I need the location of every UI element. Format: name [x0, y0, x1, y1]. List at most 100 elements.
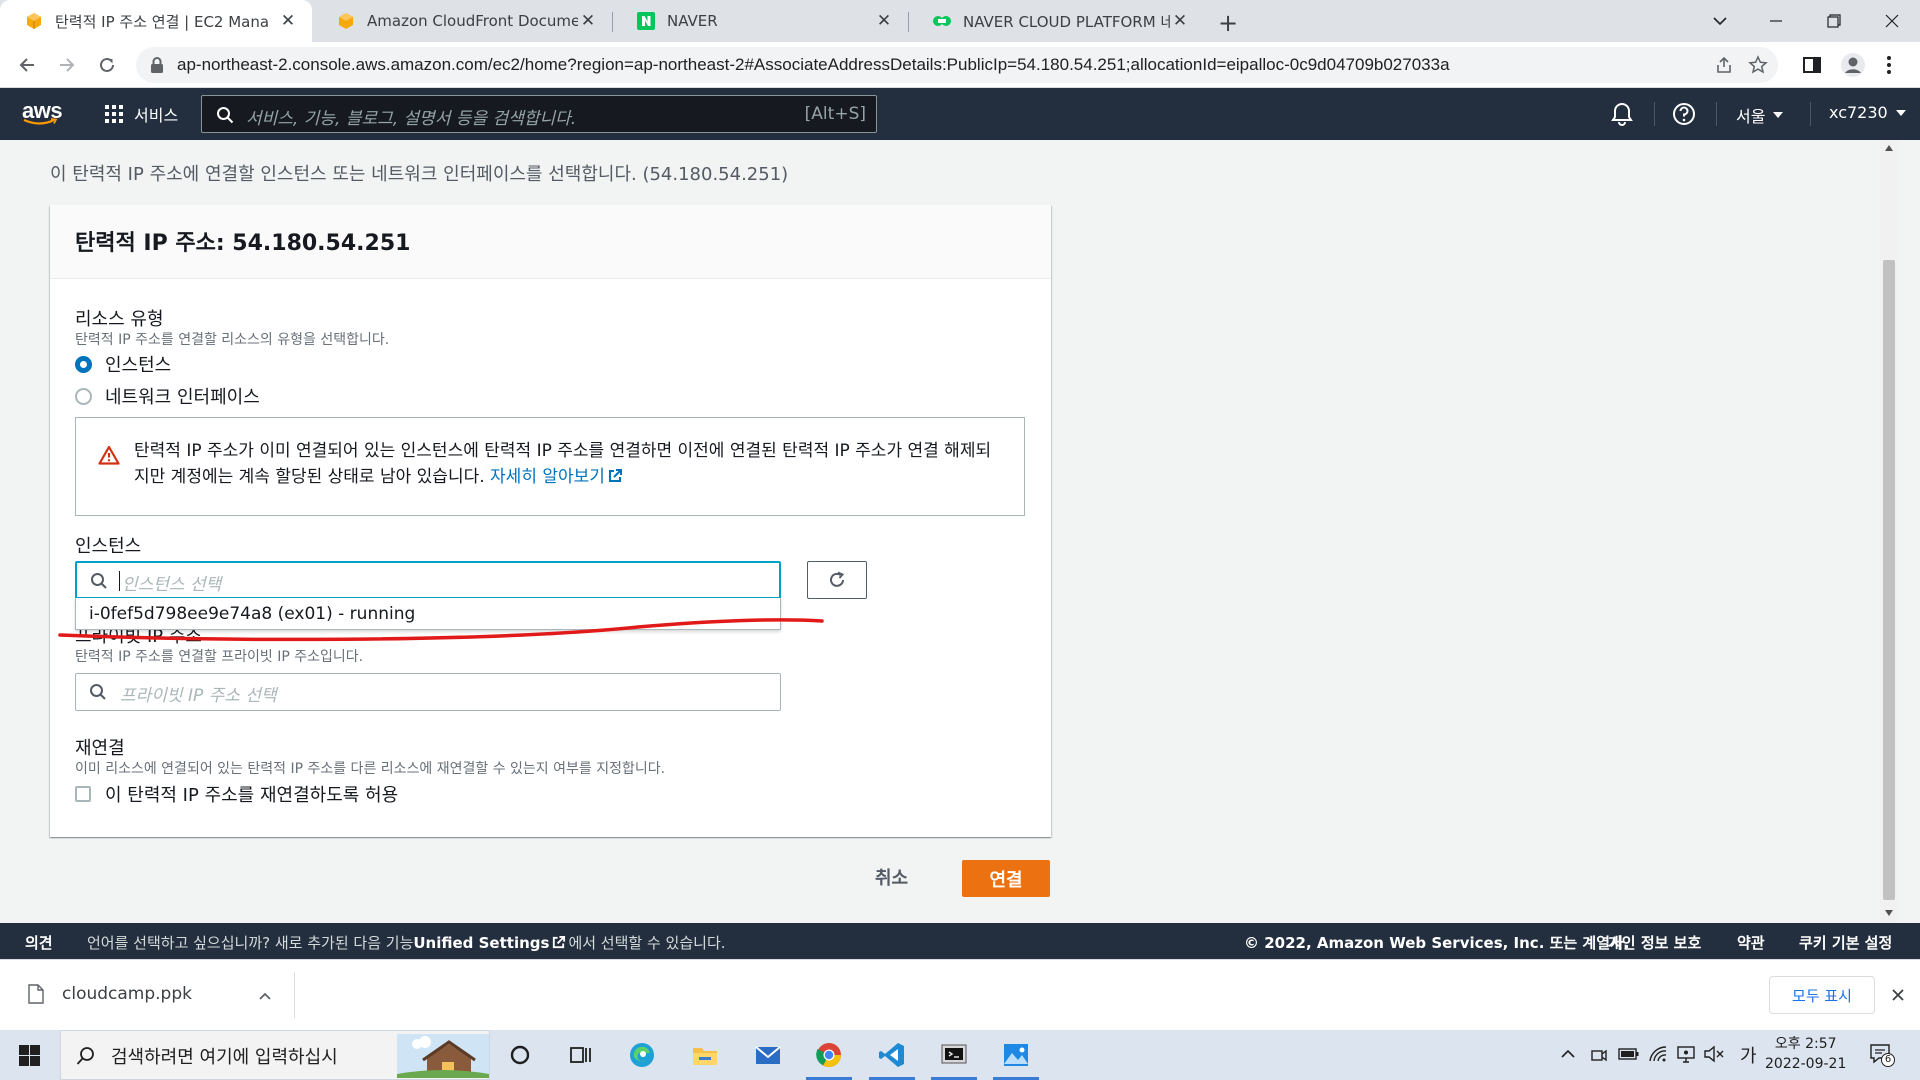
services-menu-button[interactable]: 서비스	[104, 102, 178, 126]
edge-browser-icon[interactable]	[627, 1040, 657, 1070]
meet-now-icon[interactable]	[1590, 1046, 1608, 1064]
side-panel-icon[interactable]	[1802, 55, 1822, 75]
tab-ec2-associate[interactable]: 탄력적 IP 주소 연결 | EC2 Mana ✕	[0, 0, 312, 42]
region-label: 서울	[1736, 107, 1766, 126]
network-status-icon[interactable]	[1676, 1045, 1696, 1063]
close-download-bar-icon[interactable]	[1891, 988, 1905, 1002]
tab-close-icon[interactable]: ✕	[578, 11, 598, 31]
back-icon[interactable]	[12, 50, 42, 80]
notification-bell-icon[interactable]	[1609, 101, 1635, 127]
terms-link[interactable]: 약관	[1737, 932, 1765, 953]
minimize-icon[interactable]	[1748, 0, 1804, 42]
download-item[interactable]: cloudcamp.ppk	[28, 984, 192, 1004]
forward-icon[interactable]	[52, 50, 82, 80]
associate-button[interactable]: 연결	[962, 860, 1050, 897]
private-ip-description: 탄력적 IP 주소를 연결할 프라이빗 IP 주소입니다.	[75, 649, 364, 665]
chrome-menu-icon[interactable]	[1886, 55, 1892, 75]
chrome-icon[interactable]	[814, 1040, 844, 1070]
file-icon	[28, 984, 44, 1004]
cortana-circle-icon[interactable]	[505, 1040, 535, 1070]
tab-close-icon[interactable]: ✕	[1170, 11, 1190, 31]
cookie-preferences-link[interactable]: 쿠키 기본 설정	[1799, 932, 1892, 953]
unified-settings-link[interactable]: Unified Settings	[413, 934, 549, 952]
private-ip-select-input[interactable]: 프라이빗 IP 주소 선택	[75, 673, 781, 711]
task-view-icon[interactable]	[565, 1040, 595, 1070]
taskbar-search-box[interactable]: 검색하려면 여기에 입력하십시	[60, 1030, 490, 1080]
header-divider	[1654, 102, 1655, 126]
photos-icon[interactable]	[1001, 1040, 1031, 1070]
aws-logo[interactable]: aws	[22, 98, 63, 126]
scrollbar-thumb[interactable]	[1883, 260, 1895, 900]
page-description: 이 탄력적 IP 주소에 연결할 인스턴스 또는 네트워크 인터페이스를 선택합…	[50, 164, 789, 185]
windows-start-icon[interactable]	[19, 1045, 40, 1066]
refresh-icon	[830, 571, 845, 587]
file-explorer-icon[interactable]	[690, 1040, 720, 1070]
lock-icon[interactable]	[150, 57, 164, 73]
bookmark-star-icon[interactable]	[1748, 55, 1768, 75]
aws-cube-icon	[339, 13, 353, 29]
aws-footer: 의견 언어를 선택하고 싶으십니까? 새로 추가된 다음 기능 Unified …	[0, 923, 1920, 959]
share-icon[interactable]	[1714, 55, 1734, 75]
tab-close-icon[interactable]: ✕	[874, 11, 894, 31]
scroll-up-icon[interactable]	[1885, 145, 1893, 151]
show-all-downloads-button[interactable]: 모두 표시	[1769, 976, 1875, 1014]
tab-search-chevron-icon[interactable]	[1692, 0, 1748, 42]
taskbar-clock[interactable]: 오후 2:57 2022-09-21	[1765, 1034, 1846, 1074]
radio-button-unselected[interactable]	[75, 387, 92, 405]
header-divider	[1716, 102, 1717, 126]
profile-avatar-icon[interactable]	[1840, 52, 1866, 78]
learn-more-link[interactable]: 자세히 알아보기	[490, 467, 623, 487]
vscode-icon[interactable]	[877, 1040, 907, 1070]
aws-cube-icon	[27, 13, 41, 29]
scroll-down-icon[interactable]	[1885, 910, 1893, 916]
tab-naver-cloud[interactable]: NAVER CLOUD PLATFORM 네이 ✕	[908, 0, 1204, 42]
services-label: 서비스	[134, 106, 179, 125]
putty-terminal-icon[interactable]	[939, 1040, 969, 1070]
windows-taskbar: 검색하려면 여기에 입력하십시 가 오후 2:57 2022-09-21 6	[0, 1030, 1920, 1080]
radio-button-selected[interactable]	[75, 355, 92, 373]
ime-indicator[interactable]: 가	[1740, 1042, 1757, 1068]
restore-icon[interactable]	[1806, 0, 1862, 42]
reassociation-checkbox[interactable]	[75, 786, 91, 802]
mail-icon[interactable]	[753, 1040, 783, 1070]
tray-chevron-up-icon[interactable]	[1561, 1049, 1575, 1059]
wifi-icon[interactable]	[1648, 1045, 1668, 1063]
help-icon[interactable]	[1671, 101, 1697, 127]
new-tab-icon[interactable]: +	[1218, 9, 1238, 37]
privacy-link[interactable]: 개인 정보 보호	[1608, 932, 1701, 953]
chevron-up-icon[interactable]	[259, 992, 271, 1000]
tab-naver[interactable]: NAVER ✕	[612, 0, 908, 42]
tab-close-icon[interactable]: ✕	[278, 11, 298, 31]
account-label: xc7230	[1829, 103, 1888, 122]
reassociation-checkbox-row[interactable]: 이 탄력적 IP 주소를 재연결하도록 허용	[75, 781, 398, 807]
radio-instance[interactable]: 인스턴스	[75, 351, 171, 377]
region-selector[interactable]: 서울	[1736, 103, 1784, 127]
grid-icon	[105, 105, 123, 123]
feedback-link[interactable]: 의견	[25, 932, 53, 953]
main-content: 이 탄력적 IP 주소에 연결할 인스턴스 또는 네트워크 인터페이스를 선택합…	[0, 140, 1880, 923]
tab-cloudfront[interactable]: Amazon CloudFront Documenta ✕	[312, 0, 612, 42]
speaker-muted-icon[interactable]	[1703, 1045, 1725, 1063]
radio-network-interface[interactable]: 네트워크 인터페이스	[75, 383, 260, 409]
address-bar[interactable]: ap-northeast-2.console.aws.amazon.com/ec…	[136, 47, 1778, 83]
resource-type-label: 리소스 유형	[75, 309, 164, 330]
page-scrollbar[interactable]	[1880, 140, 1898, 923]
caret-down-icon	[1773, 112, 1784, 118]
tab-title: NAVER CLOUD PLATFORM 네이	[963, 12, 1170, 31]
warning-triangle-icon	[98, 445, 120, 465]
close-window-icon[interactable]	[1864, 0, 1920, 42]
search-shortcut: [Alt+S]	[804, 104, 866, 124]
copyright-text: © 2022, Amazon Web Services, Inc. 또는 계열사…	[1244, 934, 1630, 952]
cancel-button[interactable]: 취소	[875, 864, 908, 890]
account-menu[interactable]: xc7230	[1829, 103, 1906, 122]
tab-title: Amazon CloudFront Documenta	[367, 12, 578, 30]
aws-search-input[interactable]: 서비스, 기능, 블로그, 설명서 등을 검색합니다. [Alt+S]	[201, 95, 877, 133]
download-filename: cloudcamp.ppk	[62, 984, 192, 1004]
battery-icon[interactable]	[1618, 1047, 1640, 1061]
instance-select-input[interactable]: 인스턴스 선택	[75, 561, 781, 599]
notification-center-icon[interactable]: 6	[1868, 1041, 1895, 1067]
search-icon	[90, 684, 106, 700]
reload-icon[interactable]	[92, 50, 122, 80]
refresh-button[interactable]	[807, 561, 867, 599]
notification-badge: 6	[1881, 1053, 1895, 1067]
